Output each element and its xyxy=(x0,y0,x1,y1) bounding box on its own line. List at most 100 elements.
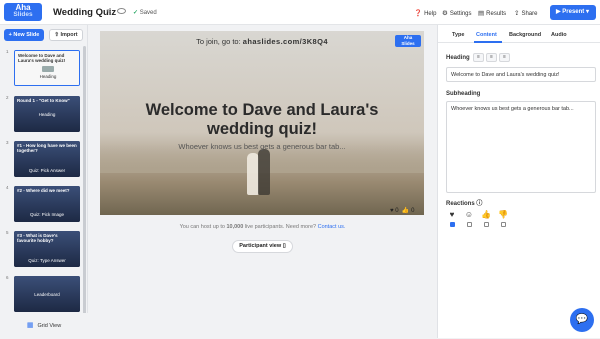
heart-icon: ♥ xyxy=(449,210,455,219)
slide-number: 6 xyxy=(6,275,9,280)
check-icon: ✓ xyxy=(133,10,139,16)
share-button[interactable]: ⇪ Share xyxy=(514,9,537,17)
heading-label: Heading xyxy=(446,55,470,61)
join-prefix: To join, go to: xyxy=(196,37,241,46)
share-icon: ⇪ xyxy=(514,10,520,17)
chat-support-button[interactable]: 💬 xyxy=(570,308,594,332)
help-button[interactable]: ❓ Help xyxy=(414,9,436,17)
slide-logo-top: Aha xyxy=(403,35,413,40)
align-center-button[interactable]: ≡ xyxy=(486,53,497,62)
slide-preview[interactable]: Round 1 - "Get to Know" Heading xyxy=(14,96,80,132)
align-right-button[interactable]: ≡ xyxy=(499,53,510,62)
top-bar: Aha Slides Wedding Quiz ✎ ✓ Saved ❓ Help … xyxy=(0,0,600,25)
upload-icon: ⇧ xyxy=(54,32,59,38)
slide-thumbnail-5[interactable]: 5 #3 - What is Dave's favourite hobby? Q… xyxy=(3,230,81,268)
participant-view-label: Participant view xyxy=(239,243,282,249)
slide-kind: Quiz: Pick Answer xyxy=(28,168,66,173)
play-icon: ▶ xyxy=(556,9,561,15)
host-note-prefix: You can host up to xyxy=(179,224,225,230)
slide-number: 3 xyxy=(6,140,9,145)
slide-thumbnail-3[interactable]: 3 #1 - How long have we been together? Q… xyxy=(3,140,81,178)
slide-title: #3 - What is Dave's favourite hobby? xyxy=(17,233,58,243)
present-button[interactable]: ▶ Present ▾ xyxy=(550,5,596,20)
saved-status: ✓ Saved xyxy=(133,9,157,16)
slide-preview[interactable]: Leaderboard xyxy=(14,276,80,312)
heading-input[interactable]: Welcome to Dave and Laura's wedding quiz… xyxy=(446,67,596,82)
slide-kind: Quiz: Type Answer xyxy=(28,258,66,263)
slides-scrollbar[interactable] xyxy=(83,46,86,338)
share-label: Share xyxy=(521,11,538,17)
chat-icon: 💬 xyxy=(575,314,589,325)
grid-view-button[interactable]: ▦ Grid View xyxy=(0,313,88,338)
chevron-down-icon: ▾ xyxy=(585,9,589,15)
slide-kind: Heading xyxy=(39,74,57,79)
like-count: 0 xyxy=(411,208,415,214)
join-url: ahaslides.com/3K8Q4 xyxy=(242,37,328,46)
import-button[interactable]: ⇧ Import xyxy=(49,29,83,41)
slide-thumbnail-6[interactable]: 6 Leaderboard xyxy=(3,275,81,313)
tab-audio[interactable]: Audio xyxy=(551,32,567,38)
properties-tabs: Type Content Background Audio xyxy=(438,25,600,43)
reaction-heart-checkbox[interactable] xyxy=(450,222,455,227)
slide-subheading[interactable]: Whoever knows us best gets a generous ba… xyxy=(112,142,412,151)
slide-preview[interactable]: #2 - Where did we meet? Quiz: Pick Image xyxy=(14,186,80,222)
slide-preview[interactable]: #3 - What is Dave's favourite hobby? Qui… xyxy=(14,231,80,267)
slide-logo-bottom: Slides xyxy=(401,41,415,46)
edit-title-icon[interactable]: ✎ xyxy=(106,8,112,16)
ahaslides-logo[interactable]: Aha Slides xyxy=(4,3,42,21)
logo-bottom-text: Slides xyxy=(13,11,33,18)
slide-title: Welcome to Dave and Laura's wedding quiz… xyxy=(18,53,66,63)
reaction-thumbs-down-checkbox[interactable] xyxy=(501,222,506,227)
slide-kind: Heading xyxy=(38,112,56,117)
properties-panel: Type Content Background Audio Heading ≡ … xyxy=(437,25,600,338)
phone-icon: ▯ xyxy=(282,243,286,249)
heart-count: 0 xyxy=(395,208,399,214)
grid-view-label: Grid View xyxy=(37,323,62,329)
subheading-label: Subheading xyxy=(446,91,481,97)
slide-number: 2 xyxy=(6,95,9,100)
subheading-textarea[interactable]: Whoever knows us best gets a generous ba… xyxy=(446,101,596,193)
tab-type[interactable]: Type xyxy=(452,32,464,38)
host-note-suffix: live participants. Need more? xyxy=(244,224,317,230)
slide-preview-main[interactable]: To join, go to: ahaslides.com/3K8Q4 Aha S… xyxy=(100,31,424,215)
saved-status-text: Saved xyxy=(139,10,157,16)
new-slide-button[interactable]: + New Slide xyxy=(4,29,44,41)
slide-thumbnail-1[interactable]: 1 Welcome to Dave and Laura's wedding qu… xyxy=(3,49,81,87)
grid-icon: ▦ xyxy=(26,322,34,329)
import-label: Import xyxy=(60,32,78,38)
reactions-label: Reactions ⓘ xyxy=(446,198,482,207)
results-button[interactable]: ▤ Results xyxy=(478,9,506,17)
participant-view-button[interactable]: Participant view ▯ xyxy=(232,240,293,253)
settings-label: Settings xyxy=(449,11,472,17)
slides-panel: + New Slide ⇧ Import 1 Welcome to Dave a… xyxy=(0,25,88,338)
slide-number: 5 xyxy=(6,230,9,235)
slide-thumbnail-4[interactable]: 4 #2 - Where did we meet? Quiz: Pick Ima… xyxy=(3,185,81,223)
settings-button[interactable]: ⚙ Settings xyxy=(442,9,472,17)
slide-thumbnail-2[interactable]: 2 Round 1 - "Get to Know" Heading xyxy=(3,95,81,133)
reaction-thumbs-up-checkbox[interactable] xyxy=(484,222,489,227)
slide-heading[interactable]: Welcome to Dave and Laura's wedding quiz… xyxy=(112,101,412,139)
slide-title: Round 1 - "Get to Know" xyxy=(17,98,70,103)
preview-eye-icon[interactable] xyxy=(117,8,126,14)
gear-icon: ⚙ xyxy=(442,10,448,17)
slide-preview[interactable]: Welcome to Dave and Laura's wedding quiz… xyxy=(14,50,80,86)
results-icon: ▤ xyxy=(478,10,485,17)
help-icon: ❓ xyxy=(414,10,423,17)
slide-number: 4 xyxy=(6,185,9,190)
tab-background[interactable]: Background xyxy=(509,32,541,38)
align-left-button[interactable]: ≡ xyxy=(473,53,484,62)
heart-icon: ♥ xyxy=(390,208,394,214)
results-label: Results xyxy=(486,11,507,17)
tab-content[interactable]: Content xyxy=(476,32,497,38)
slide-title: #2 - Where did we meet? xyxy=(17,188,70,193)
slide-title: #1 - How long have we been together? xyxy=(17,143,77,153)
logo-thumb xyxy=(42,66,54,72)
slide-kind: Leaderboard xyxy=(34,292,60,297)
thumbs-up-icon: 👍 xyxy=(481,210,491,219)
host-limit-note: You can host up to 10,000 live participa… xyxy=(88,224,437,230)
info-icon: ⓘ xyxy=(476,201,483,207)
contact-us-link[interactable]: Contact us. xyxy=(318,224,346,230)
reaction-counters: ♥ 0 👍 0 xyxy=(390,207,414,214)
reaction-laugh-checkbox[interactable] xyxy=(467,222,472,227)
slide-preview[interactable]: #1 - How long have we been together? Qui… xyxy=(14,141,80,177)
